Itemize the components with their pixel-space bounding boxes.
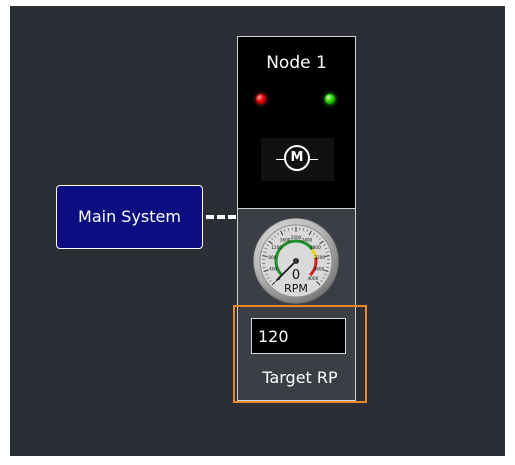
gauge-unit: RPM [284, 282, 308, 295]
target-rpm-label: Target RP [262, 368, 338, 387]
gauge-tick-label: 1200 [271, 245, 282, 250]
gauge-tick-label: 800 [268, 255, 276, 260]
status-led-green-icon [325, 94, 335, 104]
gauge-value: 0 [292, 268, 300, 283]
motor-lead-right [310, 159, 318, 160]
gauge-tick-label: 2000 [291, 235, 302, 240]
gauge-tick-label: 3200 [314, 255, 325, 260]
node-header: Node 1 M [237, 36, 356, 209]
main-system-node[interactable]: Main System [56, 185, 203, 249]
motor-letter: M [284, 145, 310, 171]
gauge-tick-label: 2400 [302, 238, 313, 243]
gauge-hub [293, 258, 299, 264]
gauge-tick-label: 2800 [310, 245, 321, 250]
target-rpm-input[interactable] [251, 318, 346, 354]
gauge-tick-label: 1600 [280, 238, 291, 243]
rpm-gauge: 040080012001600200024002800320036004000 … [251, 216, 341, 306]
rpm-gauge-icon: 040080012001600200024002800320036004000 … [252, 217, 340, 305]
motor-symbol-icon: M [261, 138, 334, 181]
motor-lead-left [276, 159, 284, 160]
connection-line [206, 215, 236, 222]
gauge-tick-label: 4000 [308, 276, 319, 281]
node-title: Node 1 [266, 53, 327, 73]
diagram-canvas: Main System Node 1 M 400 800 1200 1600 2… [10, 6, 505, 456]
target-rpm-panel: Target RP [233, 305, 367, 403]
gauge-tick-label: 400 [269, 266, 277, 271]
status-led-red-icon [256, 94, 266, 104]
gauge-tick-label: 3600 [313, 266, 324, 271]
